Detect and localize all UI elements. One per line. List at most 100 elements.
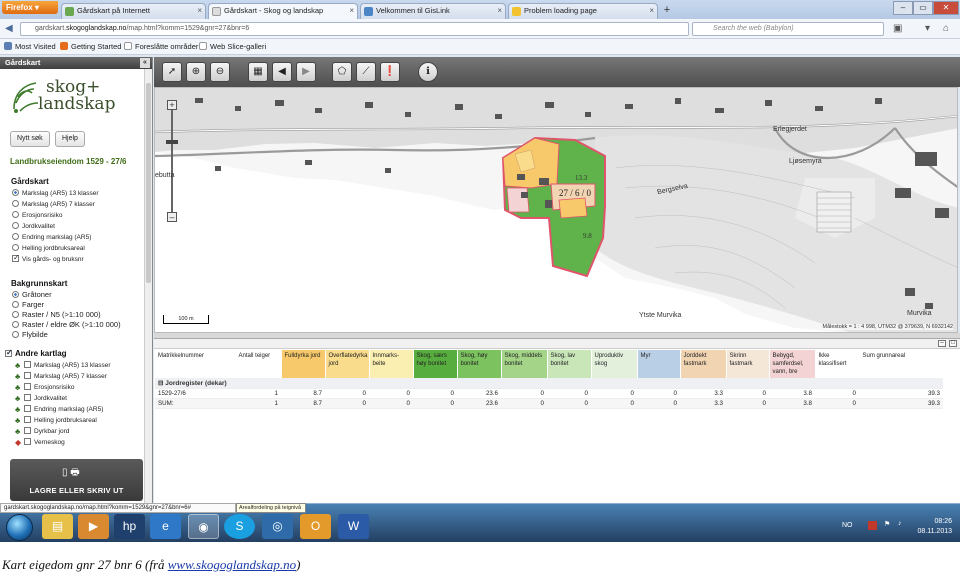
back-icon[interactable]: ◀: [272, 62, 292, 82]
save-print-button[interactable]: ▯ 🖶 LAGRE ELLER SKRIV UT: [10, 459, 143, 501]
tab-problem[interactable]: Problem loading page ×: [508, 3, 658, 19]
outlook-icon[interactable]: O: [300, 514, 331, 539]
pdf-icon[interactable]: [868, 521, 877, 530]
column-header[interactable]: Bebygd, samferdsel, vann, bre: [769, 350, 816, 378]
close-icon[interactable]: ×: [649, 4, 654, 18]
other-map-layer[interactable]: ♣ Dyrkbar jord: [15, 427, 69, 436]
bookmark-web-slice[interactable]: Web Slice-galleri: [199, 39, 266, 54]
internet-explorer-icon[interactable]: e: [150, 514, 181, 539]
firefox-menu-button[interactable]: Firefox ▾: [2, 1, 58, 14]
explorer-icon[interactable]: ▤: [42, 514, 73, 539]
background-option[interactable]: Raster / N5 (>1:10 000): [12, 310, 101, 319]
info-icon[interactable]: ℹ: [418, 62, 438, 82]
gardskart-option[interactable]: Jordkvalitet: [12, 222, 55, 230]
zoom-track[interactable]: [171, 110, 173, 212]
measure-area-icon[interactable]: ⬠: [332, 62, 352, 82]
skype-icon[interactable]: S: [224, 514, 255, 539]
tab-gardskart-internett[interactable]: Gårdskart på Internett ×: [61, 3, 206, 19]
home-icon[interactable]: ⌂: [943, 23, 949, 34]
close-window-button[interactable]: ✕: [933, 1, 959, 15]
back-icon[interactable]: ◀: [5, 23, 13, 34]
word-icon[interactable]: W: [338, 514, 369, 539]
bookmark-icon[interactable]: ▣: [893, 23, 902, 34]
search-input[interactable]: Search the web (Babylon): [692, 22, 884, 36]
measure-distance-icon[interactable]: ⟋: [356, 62, 376, 82]
gardskart-option[interactable]: Markslag (AR5) 13 klasser: [12, 189, 99, 197]
caption-link[interactable]: www.skogoglandskap.no: [168, 557, 296, 572]
column-header[interactable]: Antall teiger: [235, 350, 282, 378]
gardskart-option[interactable]: Endring markslag (AR5): [12, 233, 91, 241]
tab-gislink[interactable]: Velkommen til GisLink ×: [360, 3, 506, 19]
clock[interactable]: 08:26 08.11.2013: [917, 517, 952, 537]
zoom-out-icon[interactable]: ⊖: [210, 62, 230, 82]
scrollbar-thumb[interactable]: [146, 83, 151, 283]
collapse-icon[interactable]: «: [140, 58, 150, 68]
new-tab-button[interactable]: +: [659, 4, 675, 18]
close-icon[interactable]: ×: [497, 4, 502, 18]
column-header[interactable]: Overflatedyrka jord: [325, 350, 370, 378]
column-header[interactable]: Myr: [637, 350, 681, 378]
flag-icon[interactable]: ⚑: [884, 520, 890, 528]
firefox-icon[interactable]: ◉: [188, 514, 219, 539]
maximize-icon[interactable]: □: [949, 340, 957, 347]
bookmark-most-visited[interactable]: Most Visited: [4, 39, 56, 54]
downloads-icon[interactable]: ▾: [925, 23, 930, 34]
language-indicator[interactable]: NO: [842, 522, 853, 529]
arrow-pointer-icon[interactable]: ➚: [162, 62, 182, 82]
background-option[interactable]: Flybilde: [12, 330, 48, 339]
other-map-layer[interactable]: ♣ Markslag (AR5) 13 klasser: [15, 361, 111, 370]
column-header[interactable]: Skog, særs høy bonitet: [413, 350, 458, 378]
tab-gardskart-skog[interactable]: Gårdskart - Skog og landskap ×: [208, 3, 358, 19]
zoom-plus-icon[interactable]: +: [167, 100, 177, 110]
pin-icon[interactable]: ❗: [380, 62, 400, 82]
other-map-layer[interactable]: ♣ Markslag (AR5) 7 klasser: [15, 372, 107, 381]
url-bar[interactable]: gardskart.skogoglandskap.no/map.html?kom…: [20, 22, 689, 36]
gardskart-option[interactable]: Erosjonsrisiko: [12, 211, 62, 219]
background-option[interactable]: Gråtoner: [12, 290, 52, 299]
hp-icon[interactable]: hp: [114, 514, 145, 539]
column-header[interactable]: Sum grunnareal: [859, 350, 944, 378]
other-maps-heading[interactable]: Andre kartlag: [5, 348, 67, 358]
volume-icon[interactable]: ♪: [898, 520, 902, 527]
background-option[interactable]: Raster / eldre ØK (>1:10 000): [12, 320, 121, 329]
minimize-button[interactable]: –: [893, 1, 913, 15]
bookmark-foreslatte[interactable]: Foreslåtte områder: [124, 39, 198, 54]
other-map-layer[interactable]: ◆ Verneskog: [15, 438, 65, 447]
close-icon[interactable]: ×: [197, 4, 202, 18]
zoom-in-icon[interactable]: ⊕: [186, 62, 206, 82]
forward-icon[interactable]: ▶: [296, 62, 316, 82]
background-option[interactable]: Farger: [12, 300, 44, 309]
zoom-minus-icon[interactable]: –: [167, 212, 177, 222]
column-header[interactable]: Innmarks-beite: [369, 350, 414, 378]
panel-scrollbar[interactable]: [144, 69, 152, 503]
gardskart-option[interactable]: Markslag (AR5) 7 klasser: [12, 200, 95, 208]
map-grid-icon[interactable]: ▦: [248, 62, 268, 82]
help-button[interactable]: Hjelp: [55, 131, 85, 147]
other-map-layer[interactable]: ♣ Helling jordbruksareal: [15, 416, 97, 425]
column-header[interactable]: Uproduktiv skog: [591, 350, 638, 378]
column-header[interactable]: Matrikkelnummer: [155, 350, 236, 378]
table-row[interactable]: 1529-27/6 1 8.7 0 0 0 23.6 0 0 0 0 3.3 0 3.8 0 39.3: [155, 388, 943, 399]
map-canvas[interactable]: + – Bergselva Ljøsemyra Ytste Murvika Mu…: [154, 87, 958, 333]
new-search-button[interactable]: Nytt søk: [10, 131, 50, 147]
other-map-layer[interactable]: ♣ Erosjonsrisiko: [15, 383, 74, 392]
column-header[interactable]: Skog, lav bonitet: [547, 350, 592, 378]
other-map-layer[interactable]: ♣ Endring markslag (AR5): [15, 405, 103, 414]
column-header[interactable]: Ikke klassifisert: [815, 350, 860, 378]
column-header[interactable]: Skog, middels bonitet: [501, 350, 548, 378]
network-icon[interactable]: ◎: [262, 514, 293, 539]
other-map-layer[interactable]: ♣ Jordkvalitet: [15, 394, 67, 403]
column-header[interactable]: Skrinn fastmark: [726, 350, 770, 378]
close-icon[interactable]: ×: [349, 4, 354, 18]
group-row[interactable]: ⊟ Jordregister (dekar): [155, 378, 943, 389]
zoom-handle[interactable]: [166, 140, 178, 144]
column-header[interactable]: Skog, høy bonitet: [457, 350, 502, 378]
zoom-slider[interactable]: + –: [166, 100, 178, 222]
media-player-icon[interactable]: ▶: [78, 514, 109, 539]
column-header[interactable]: Jorddekt fastmark: [680, 350, 727, 378]
column-header[interactable]: Fulldyrka jord: [281, 350, 326, 378]
bookmark-getting-started[interactable]: Getting Started: [60, 39, 121, 54]
minimize-icon[interactable]: –: [938, 340, 946, 347]
maximize-button[interactable]: ▭: [913, 1, 933, 15]
start-button[interactable]: [6, 514, 33, 541]
